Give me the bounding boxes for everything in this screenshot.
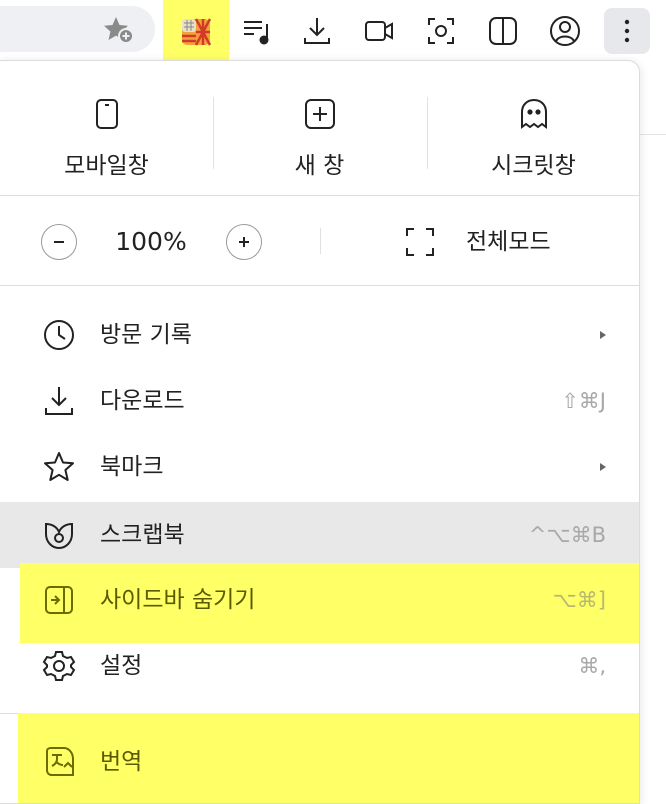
- page-divider: [640, 134, 666, 135]
- menu-item-label: 설정: [100, 653, 143, 679]
- video-icon: [365, 21, 393, 41]
- menu-item-downloads[interactable]: 다운로드 ⇧⌘J: [0, 368, 639, 434]
- divider: [320, 228, 321, 254]
- puzzle-extension-icon: [182, 18, 212, 46]
- split-view-button[interactable]: [480, 8, 526, 54]
- gear-icon: [42, 651, 76, 681]
- extension-button[interactable]: [173, 8, 219, 54]
- browser-window: 모바일창 새 창 시크릿창 100% 전체모드 방문 기록 다운로드 ⇧⌘J 북…: [0, 0, 666, 804]
- quick-item-label: 새 창: [294, 153, 345, 179]
- main-menu: 모바일창 새 창 시크릿창 100% 전체모드 방문 기록 다운로드 ⇧⌘J 북…: [0, 60, 640, 804]
- menu-item-label: 번역: [100, 749, 143, 775]
- download-icon: [45, 387, 73, 415]
- zoom-controls: 100% 전체모드: [0, 196, 639, 284]
- plus-icon: [239, 237, 249, 247]
- screenshot-button[interactable]: [418, 8, 464, 54]
- menu-item-translate[interactable]: 번역: [0, 729, 639, 795]
- zoom-out-button[interactable]: [41, 224, 77, 260]
- fullscreen-label[interactable]: 전체모드: [466, 224, 551, 260]
- profile-button[interactable]: [542, 8, 588, 54]
- playlist-icon: [244, 21, 269, 45]
- split-view-icon: [489, 17, 517, 45]
- quick-actions: 모바일창 새 창 시크릿창: [0, 61, 639, 195]
- download-icon: [304, 18, 330, 44]
- menu-item-label: 방문 기록: [100, 322, 192, 348]
- download-button[interactable]: [294, 8, 340, 54]
- star-icon: [44, 452, 74, 481]
- new-window-button[interactable]: 새 창: [213, 61, 426, 195]
- fullscreen-icon[interactable]: [404, 226, 436, 258]
- menu-item-history[interactable]: 방문 기록: [0, 302, 639, 368]
- translate-icon: [46, 747, 74, 776]
- toolbar: [0, 0, 666, 66]
- menu-item-label: 북마크: [100, 454, 164, 480]
- scrapbook-icon: [45, 522, 73, 550]
- menu-item-label: 스크랩북: [100, 522, 185, 548]
- shortcut-label: ⇧⌘J: [561, 389, 606, 413]
- screenshot-icon: [428, 18, 454, 44]
- profile-icon: [550, 16, 580, 46]
- submenu-arrow-icon: [600, 331, 606, 339]
- secret-window-button[interactable]: 시크릿창: [427, 61, 639, 195]
- menu-item-hide-sidebar[interactable]: 사이드바 숨기기 ⌥⌘]: [0, 567, 639, 633]
- video-button[interactable]: [356, 8, 402, 54]
- shortcut-label: ⌘,: [578, 654, 606, 678]
- more-menu-icon: [624, 19, 630, 43]
- sidebar-icon: [45, 586, 73, 614]
- minus-icon: [54, 241, 64, 243]
- menu-item-label: 다운로드: [100, 388, 185, 414]
- new-window-icon: [304, 99, 335, 129]
- quick-item-label: 시크릿창: [491, 153, 576, 179]
- secret-window-icon: [520, 98, 547, 129]
- menu-item-scrapbook[interactable]: 스크랩북 ^⌥⌘B: [0, 502, 639, 568]
- quick-item-label: 모바일창: [64, 153, 149, 179]
- page-content-edge: [640, 66, 666, 804]
- menu-item-settings[interactable]: 설정 ⌘,: [0, 633, 639, 699]
- shortcut-label: ^⌥⌘B: [528, 523, 606, 547]
- submenu-arrow-icon: [600, 463, 606, 471]
- more-menu-button[interactable]: [604, 8, 650, 54]
- zoom-level: 100%: [115, 227, 187, 256]
- mobile-window-button[interactable]: 모바일창: [0, 61, 213, 195]
- menu-item-bookmarks[interactable]: 북마크: [0, 434, 639, 500]
- mobile-window-icon: [95, 99, 118, 129]
- star-plus-icon[interactable]: [102, 15, 136, 45]
- divider: [0, 285, 639, 286]
- menu-item-label: 사이드바 숨기기: [100, 587, 256, 613]
- zoom-in-button[interactable]: [226, 224, 262, 260]
- shortcut-label: ⌥⌘]: [552, 588, 606, 612]
- playlist-button[interactable]: [234, 8, 280, 54]
- address-bar[interactable]: [0, 6, 155, 52]
- history-icon: [44, 320, 74, 350]
